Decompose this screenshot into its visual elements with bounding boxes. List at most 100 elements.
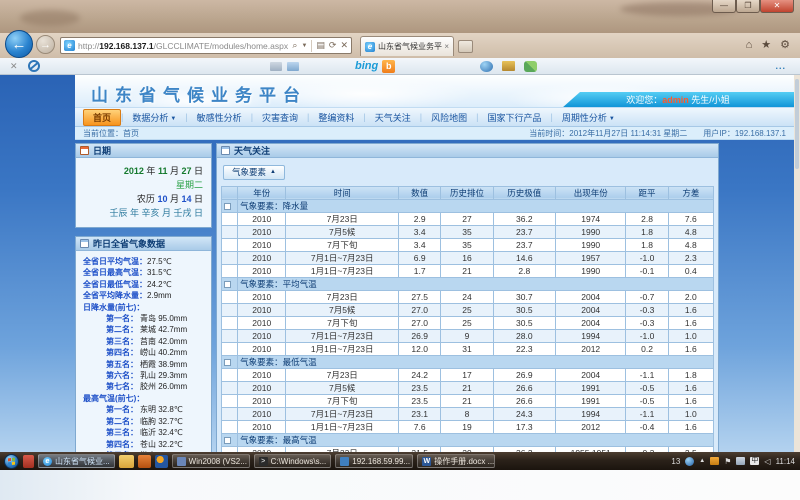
nav-item-国家下行产品[interactable]: 国家下行产品	[478, 110, 550, 125]
window-maximize-button[interactable]: ❐	[736, 0, 760, 13]
table-cell: 17.3	[493, 420, 555, 433]
table-cell: 1994	[555, 329, 625, 342]
task-button-label: C:\Windows\s...	[271, 457, 327, 466]
bing-logo[interactable]: bing b	[355, 60, 395, 73]
table-cell: -1.0	[626, 251, 668, 264]
search-icon[interactable]: ⌕	[292, 40, 297, 51]
table-row: 20107月下旬23.52126.61991-0.51.6	[222, 394, 714, 407]
close-toolbar-icon[interactable]: ✕	[10, 61, 18, 72]
pinned-app-icon[interactable]	[138, 455, 151, 468]
word-doc-icon: W	[422, 457, 431, 466]
checkbox[interactable]	[224, 359, 231, 366]
user-ip-label: 用户IP：192.168.137.1	[703, 128, 786, 139]
table-cell: 7月5候	[286, 381, 399, 394]
address-bar[interactable]: e http://192.168.137.1/GLCCLIMATE/module…	[60, 37, 352, 54]
checkbox[interactable]	[224, 437, 231, 444]
table-cell: 1.6	[668, 394, 713, 407]
tray-badge: 13	[671, 457, 680, 466]
tab-close-icon[interactable]: ×	[444, 42, 449, 51]
show-hidden-icons[interactable]: ▲	[699, 458, 705, 464]
nav-item-周期性分析[interactable]: 周期性分析▼	[553, 110, 624, 125]
ime-language-icon[interactable]: 中	[750, 457, 759, 465]
media-player-icon[interactable]	[155, 455, 168, 468]
tray-app-icon[interactable]	[710, 457, 719, 465]
network-icon[interactable]	[736, 457, 745, 465]
puzzle-plugin-icon[interactable]	[524, 61, 537, 72]
table-cell: 22.3	[493, 342, 555, 355]
stop-icon[interactable]: ✕	[340, 40, 348, 51]
window-minimize-button[interactable]: —	[712, 0, 736, 13]
rank-label: 第三名：	[78, 336, 138, 347]
table-cell: 7月下旬	[286, 316, 399, 329]
task-button[interactable]: W操作手册.docx ...	[417, 454, 495, 468]
row-checkbox-cell	[222, 225, 238, 238]
forward-button[interactable]: →	[36, 35, 55, 54]
clock[interactable]: 11:14	[776, 457, 795, 466]
mail-icon[interactable]	[287, 62, 299, 71]
task-button[interactable]: Win2008 (VS2...	[172, 454, 250, 468]
table-cell: -0.5	[626, 381, 668, 394]
compatibility-view-icon[interactable]: ▤	[316, 40, 325, 51]
explorer-folder-icon[interactable]	[119, 455, 134, 468]
table-cell: 1月1日~7月23日	[286, 342, 399, 355]
card-icon[interactable]	[270, 62, 282, 71]
table-cell: 2010	[238, 238, 286, 251]
table-cell: 2010	[238, 225, 286, 238]
task-button[interactable]: >C:\Windows\s...	[254, 454, 332, 468]
favorites-star-icon[interactable]: ★	[761, 38, 771, 52]
nav-item-灾害查询[interactable]: 灾害查询	[253, 110, 307, 125]
camera-icon[interactable]	[502, 61, 515, 71]
tools-gear-icon[interactable]: ⚙	[780, 38, 790, 52]
nav-item-首页[interactable]: 首页	[83, 109, 121, 126]
nav-item-敏感性分析[interactable]: 敏感性分析	[188, 110, 251, 125]
webpage-viewport: 山东省气候业务平台 欢迎您：admin 先生/小姐 首页|数据分析▼|敏感性分析…	[0, 75, 800, 452]
row-checkbox-cell	[222, 329, 238, 342]
table-cell: 36.2	[493, 212, 555, 225]
table-cell: 21	[441, 264, 493, 277]
nav-item-数据分析[interactable]: 数据分析▼	[123, 110, 185, 125]
back-button[interactable]: ←	[5, 30, 33, 58]
nav-item-风险地图[interactable]: 风险地图	[422, 110, 476, 125]
table-cell: 19	[441, 420, 493, 433]
autocomplete-caret-icon[interactable]: ▼	[301, 43, 307, 49]
media-plugin-icon[interactable]	[480, 61, 493, 72]
home-icon[interactable]: ⌂	[746, 38, 753, 52]
ie-task-button[interactable]: e 山东省气候业...	[38, 454, 115, 468]
scrollbar-thumb[interactable]	[795, 79, 799, 169]
refresh-icon[interactable]: ⟳	[329, 40, 337, 51]
page-scrollbar[interactable]	[794, 75, 800, 452]
caret-up-icon: ▲	[270, 169, 276, 175]
report-icon	[80, 239, 89, 248]
bing-badge-icon: b	[382, 60, 395, 73]
table-cell: 35	[441, 225, 493, 238]
pinned-app-icon[interactable]	[23, 455, 34, 468]
weather-watch-panel: 天气关注 气象要素 ▲ 年份时间数值历史排位历史极值出现年份距平方差气象要素：降…	[216, 143, 719, 452]
more-options-icon[interactable]: ...	[775, 61, 786, 71]
nav-item-天气关注[interactable]: 天气关注	[366, 110, 420, 125]
table-row: 20107月23日24.21726.92004-1.11.8	[222, 368, 714, 381]
table-row: 20107月下旬3.43523.719901.84.8	[222, 238, 714, 251]
checkbox[interactable]	[224, 281, 231, 288]
weather-stat-row: 全省日平均气温：27.5℃	[78, 256, 209, 267]
plugin-icons	[480, 61, 537, 72]
browser-tab[interactable]: e 山东省气候业务平... ×	[360, 36, 454, 56]
table-cell: 3.4	[399, 225, 441, 238]
tray-network-globe-icon[interactable]	[685, 457, 694, 466]
nav-item-整编资料[interactable]: 整编资料	[309, 110, 363, 125]
new-tab-button[interactable]	[458, 40, 473, 53]
table-cell: 30.5	[493, 303, 555, 316]
window-close-button[interactable]: ✕	[760, 0, 794, 13]
stat-value: 31.5℃	[147, 267, 172, 278]
checkbox[interactable]	[224, 203, 231, 210]
start-button[interactable]	[4, 454, 19, 469]
volume-icon[interactable]: ◁	[764, 457, 770, 466]
action-center-flag-icon[interactable]: ⚑	[724, 457, 731, 466]
weather-summary-panel: 昨日全省气象数据 全省日平均气温：27.5℃全省日最高气温：31.5℃全省日最低…	[75, 236, 212, 452]
column-header: 时间	[286, 186, 399, 199]
element-group-row: 气象要素：平均气温	[222, 277, 714, 290]
weather-data-table: 年份时间数值历史排位历史极值出现年份距平方差气象要素：降水量20107月23日2…	[221, 186, 714, 453]
site-header: 山东省气候业务平台 欢迎您：admin 先生/小姐	[75, 75, 794, 108]
task-button[interactable]: 192.168.59.99...	[335, 454, 413, 468]
table-cell: 26.6	[493, 394, 555, 407]
element-filter-button[interactable]: 气象要素 ▲	[223, 165, 285, 180]
